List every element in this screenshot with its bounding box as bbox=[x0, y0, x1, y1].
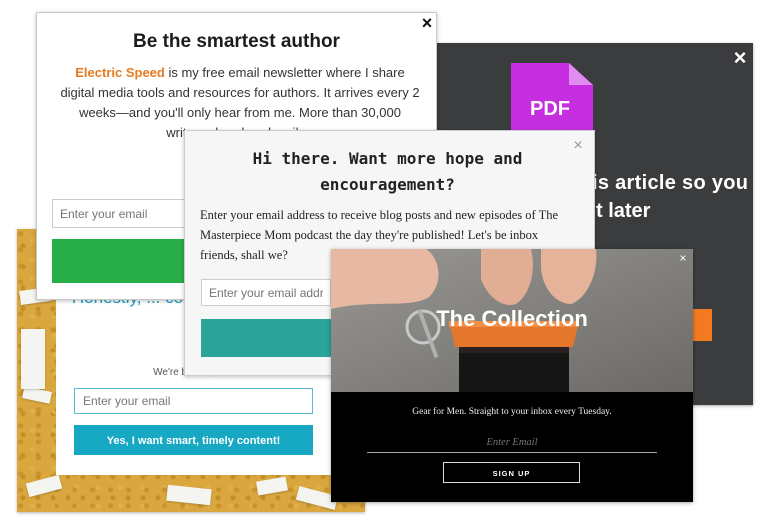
smartest-author-email-input[interactable] bbox=[52, 199, 186, 228]
collection-signup-button[interactable]: SIGN UP bbox=[443, 462, 580, 483]
pdf-popup-text-line2: t later bbox=[596, 200, 651, 222]
collection-subtitle: Gear for Men. Straight to your inbox eve… bbox=[412, 407, 612, 417]
brand-name: Electric Speed bbox=[75, 65, 165, 80]
hope-popup-title: Hi there. Want more hope and encourageme… bbox=[252, 149, 523, 194]
smartest-author-title: Be the smartest author bbox=[133, 31, 340, 52]
close-icon[interactable]: × bbox=[677, 252, 689, 264]
close-icon[interactable]: × bbox=[730, 47, 750, 69]
hope-submit-button[interactable] bbox=[201, 319, 331, 357]
hope-email-input[interactable] bbox=[201, 279, 331, 306]
pdf-popup-text-line1: is article so you bbox=[592, 172, 749, 194]
content-marketing-submit-button[interactable]: Yes, I want smart, timely content! bbox=[74, 425, 313, 455]
collection-title: The Collection bbox=[436, 306, 588, 331]
collection-email-input[interactable] bbox=[367, 433, 657, 453]
content-marketing-email-input[interactable] bbox=[74, 388, 313, 414]
pdf-icon-label: PDF bbox=[530, 98, 570, 120]
smartest-author-submit-button[interactable] bbox=[52, 239, 186, 283]
pdf-download-button[interactable] bbox=[690, 309, 712, 341]
close-icon[interactable]: × bbox=[418, 13, 436, 33]
